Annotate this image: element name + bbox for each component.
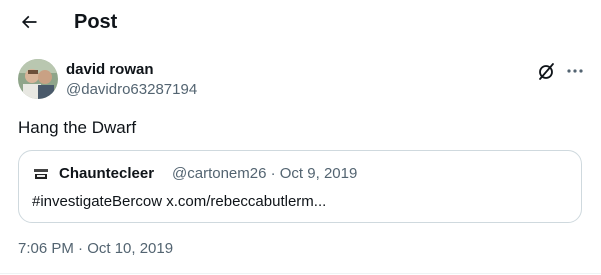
quoted-avatar-icon bbox=[33, 166, 49, 182]
quoted-handle-date: @cartonem26 · Oct 9, 2019 bbox=[172, 165, 358, 182]
post-timestamp[interactable]: 7:06 PM · Oct 10, 2019 bbox=[18, 240, 173, 258]
avatar[interactable] bbox=[18, 59, 58, 99]
arrow-left-icon bbox=[21, 15, 37, 29]
back-button[interactable] bbox=[16, 9, 42, 35]
grok-glyph bbox=[539, 63, 554, 80]
avatar-photo bbox=[18, 59, 58, 99]
author-handle[interactable]: @davidro63287194 bbox=[66, 81, 197, 99]
more-dots bbox=[567, 69, 583, 73]
quoted-text: #investigateBercow x.com/rebeccabutlerm.… bbox=[32, 193, 327, 210]
page-header: Post bbox=[0, 0, 601, 44]
post-page: Post david rowan @davidro63287194 Hang t… bbox=[0, 0, 601, 275]
divider bbox=[0, 273, 601, 274]
page-title: Post bbox=[74, 11, 118, 33]
tweet-text: Hang the Dwarf bbox=[18, 118, 137, 137]
quoted-avatar-glyph bbox=[34, 169, 48, 179]
quoted-display-name: Chauntecleer bbox=[59, 165, 155, 182]
grok-icon[interactable] bbox=[536, 61, 556, 81]
quoted-post-card[interactable]: Chauntecleer @cartonem26 · Oct 9, 2019 #… bbox=[18, 150, 582, 223]
author-display-name[interactable]: david rowan bbox=[66, 61, 154, 79]
more-horizontal-icon[interactable] bbox=[565, 61, 585, 81]
